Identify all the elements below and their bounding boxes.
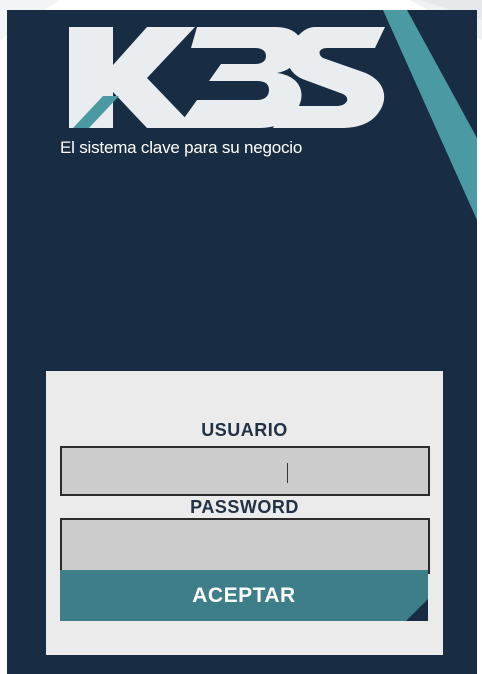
accept-button[interactable]: ACEPTAR bbox=[60, 570, 428, 621]
text-caret bbox=[287, 463, 288, 483]
button-corner-decoration bbox=[406, 599, 428, 621]
username-label: USUARIO bbox=[201, 420, 288, 440]
tagline: El sistema clave para su negocio bbox=[60, 138, 303, 157]
login-panel: El sistema clave para su negocio USUARIO… bbox=[7, 10, 477, 674]
username-input[interactable] bbox=[60, 446, 430, 496]
password-label: PASSWORD bbox=[190, 497, 299, 517]
accept-button-label: ACEPTAR bbox=[192, 583, 296, 607]
login-form: USUARIO PASSWORD ACEPTAR bbox=[46, 371, 443, 655]
password-input[interactable] bbox=[60, 518, 430, 574]
